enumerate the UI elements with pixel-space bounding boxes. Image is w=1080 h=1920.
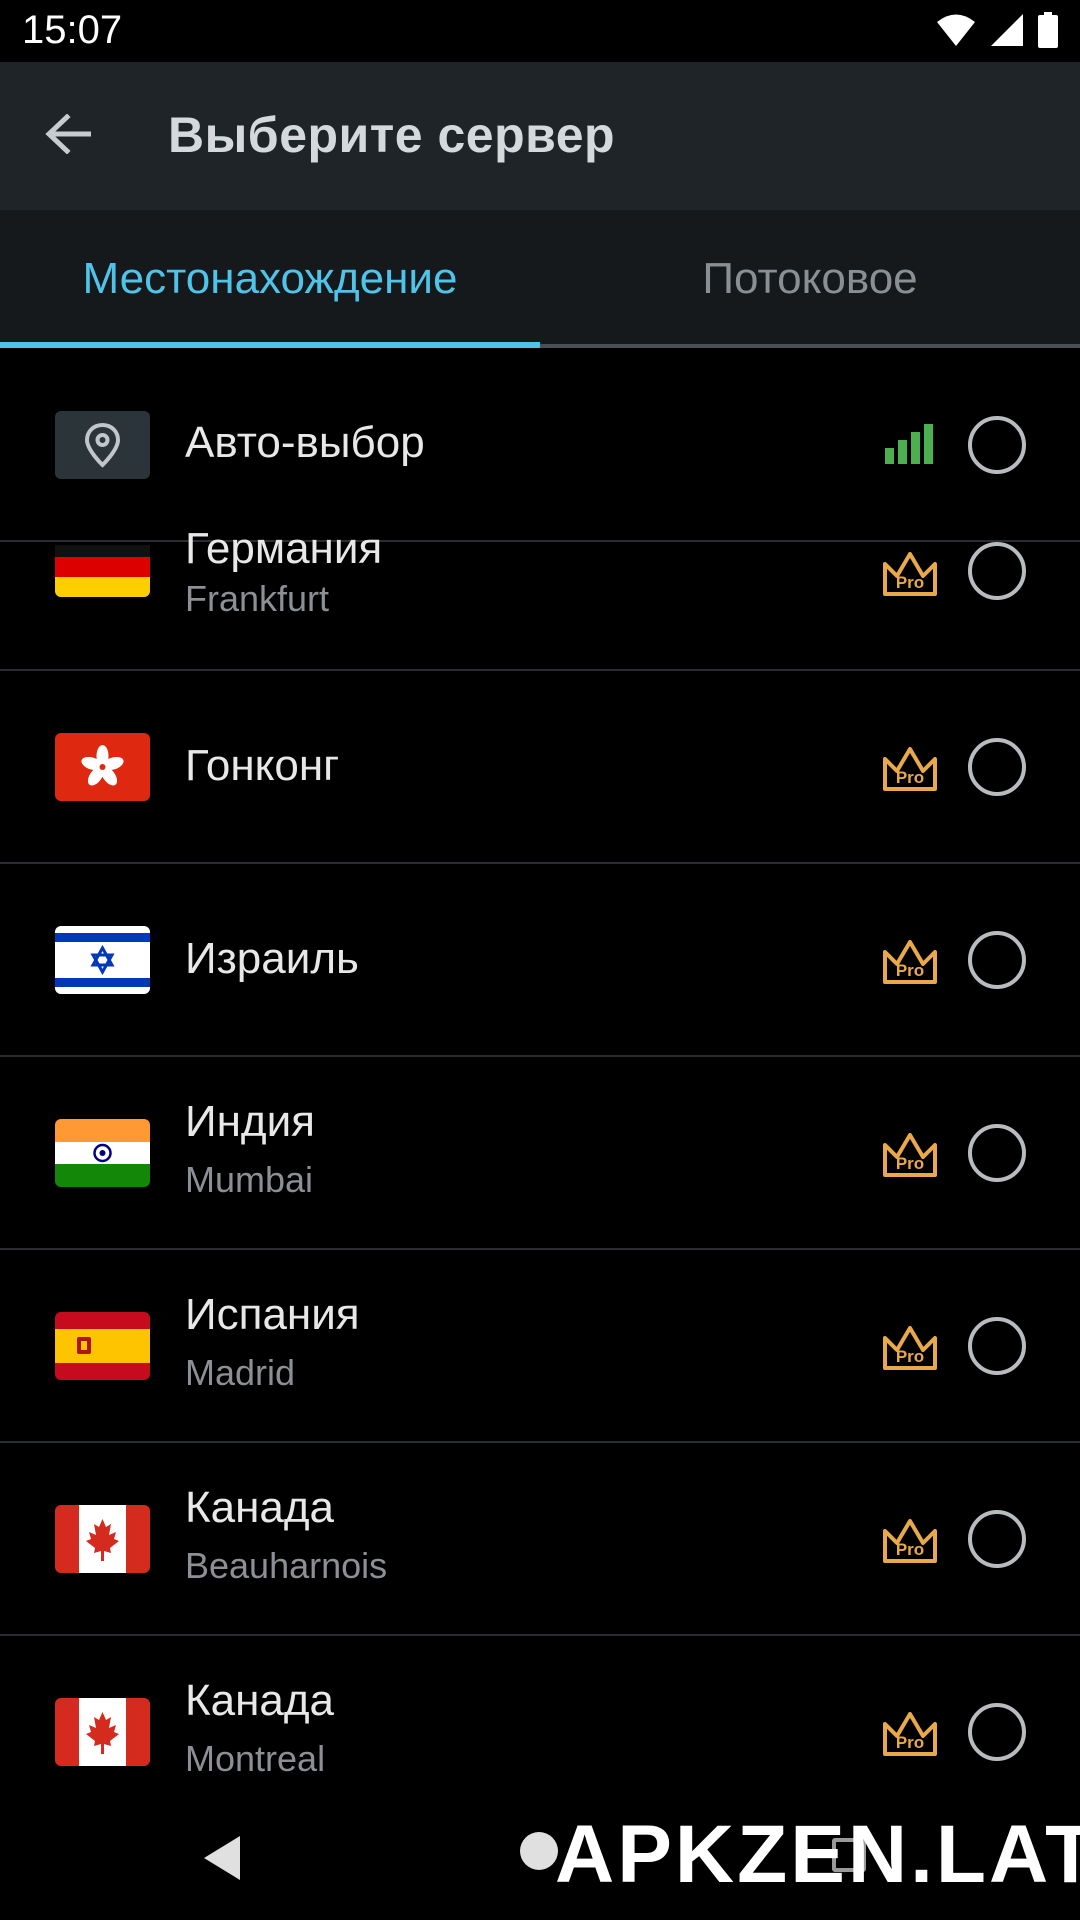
svg-text:Pro: Pro: [896, 1733, 924, 1752]
tab-bar: Местонахождение Потоковое: [0, 210, 1080, 348]
svg-text:Pro: Pro: [896, 1154, 924, 1173]
svg-text:Pro: Pro: [896, 768, 924, 787]
server-title: Канада: [185, 1676, 335, 1725]
status-bar: 15:07: [0, 0, 1080, 62]
server-list[interactable]: Авто-выбор Германия Frankfurt Pro Гонкон…: [0, 348, 1080, 1794]
canada-flag-icon: [55, 1698, 150, 1766]
arrow-back-icon: [45, 112, 92, 159]
server-row[interactable]: Испания Madrid Pro: [0, 1250, 1080, 1443]
location-pin-icon: [55, 411, 150, 479]
svg-text:Pro: Pro: [896, 961, 924, 980]
india-flag-icon: [55, 1119, 150, 1187]
server-radio[interactable]: [968, 1317, 1026, 1375]
server-radio[interactable]: [968, 542, 1026, 600]
server-row[interactable]: Гонконг Pro: [0, 671, 1080, 864]
server-title: Канада: [185, 1483, 335, 1532]
app-bar: Выберите сервер: [0, 62, 1080, 210]
navigation-bar: APKZEN.LAT: [0, 1794, 1080, 1920]
watermark: APKZEN.LAT: [555, 1809, 1080, 1900]
pro-crown-icon: Pro: [880, 546, 940, 602]
page-title: Выберите сервер: [168, 107, 616, 163]
server-radio[interactable]: [968, 931, 1026, 989]
hong-kong-flag-icon: [55, 733, 150, 801]
server-title: Германия: [185, 524, 383, 573]
pro-crown-icon: Pro: [880, 1127, 940, 1183]
server-subtitle: Montreal: [185, 1738, 326, 1779]
status-time: 15:07: [22, 8, 123, 52]
pro-crown-icon: Pro: [880, 1706, 940, 1762]
germany-flag-icon: [55, 545, 150, 597]
server-radio[interactable]: [968, 1124, 1026, 1182]
server-row-auto[interactable]: Авто-выбор: [0, 348, 1080, 542]
server-radio[interactable]: [968, 416, 1026, 474]
pro-crown-icon: Pro: [880, 1320, 940, 1376]
tab-streaming[interactable]: Потоковое: [540, 210, 1080, 348]
tab-location[interactable]: Местонахождение: [0, 210, 540, 348]
battery-icon: [1038, 11, 1058, 53]
cell-signal-icon: [990, 13, 1024, 52]
pro-crown-icon: Pro: [880, 934, 940, 990]
status-icons: [936, 11, 1058, 53]
server-subtitle: Madrid: [185, 1352, 296, 1393]
signal-bars-icon: [880, 418, 940, 474]
server-title: Испания: [185, 1290, 360, 1339]
server-radio[interactable]: [968, 1703, 1026, 1761]
server-row[interactable]: Германия Frankfurt Pro: [0, 524, 1080, 671]
server-row[interactable]: Индия Mumbai Pro: [0, 1057, 1080, 1250]
nav-home-button[interactable]: [520, 1832, 558, 1870]
pro-crown-icon: Pro: [880, 1513, 940, 1569]
server-radio[interactable]: [968, 738, 1026, 796]
canada-flag-icon: [55, 1505, 150, 1573]
spain-flag-icon: [55, 1312, 150, 1380]
server-subtitle: Beauharnois: [185, 1545, 388, 1586]
server-title: Авто-выбор: [185, 418, 425, 467]
svg-text:Pro: Pro: [896, 573, 924, 592]
server-row[interactable]: Канада Montreal Pro: [0, 1636, 1080, 1794]
server-subtitle: Frankfurt: [185, 578, 330, 619]
israel-flag-icon: [55, 926, 150, 994]
server-subtitle: Mumbai: [185, 1159, 314, 1200]
server-radio[interactable]: [968, 1510, 1026, 1568]
server-row[interactable]: Канада Beauharnois Pro: [0, 1443, 1080, 1636]
pro-crown-icon: Pro: [880, 741, 940, 797]
server-title: Индия: [185, 1097, 316, 1146]
back-button[interactable]: [30, 98, 106, 174]
server-title: Гонконг: [185, 741, 340, 790]
server-row[interactable]: Израиль Pro: [0, 864, 1080, 1057]
server-title: Израиль: [185, 934, 359, 983]
svg-text:Pro: Pro: [896, 1540, 924, 1559]
svg-text:Pro: Pro: [896, 1347, 924, 1366]
wifi-icon: [936, 13, 976, 52]
nav-back-button[interactable]: [200, 1834, 244, 1887]
